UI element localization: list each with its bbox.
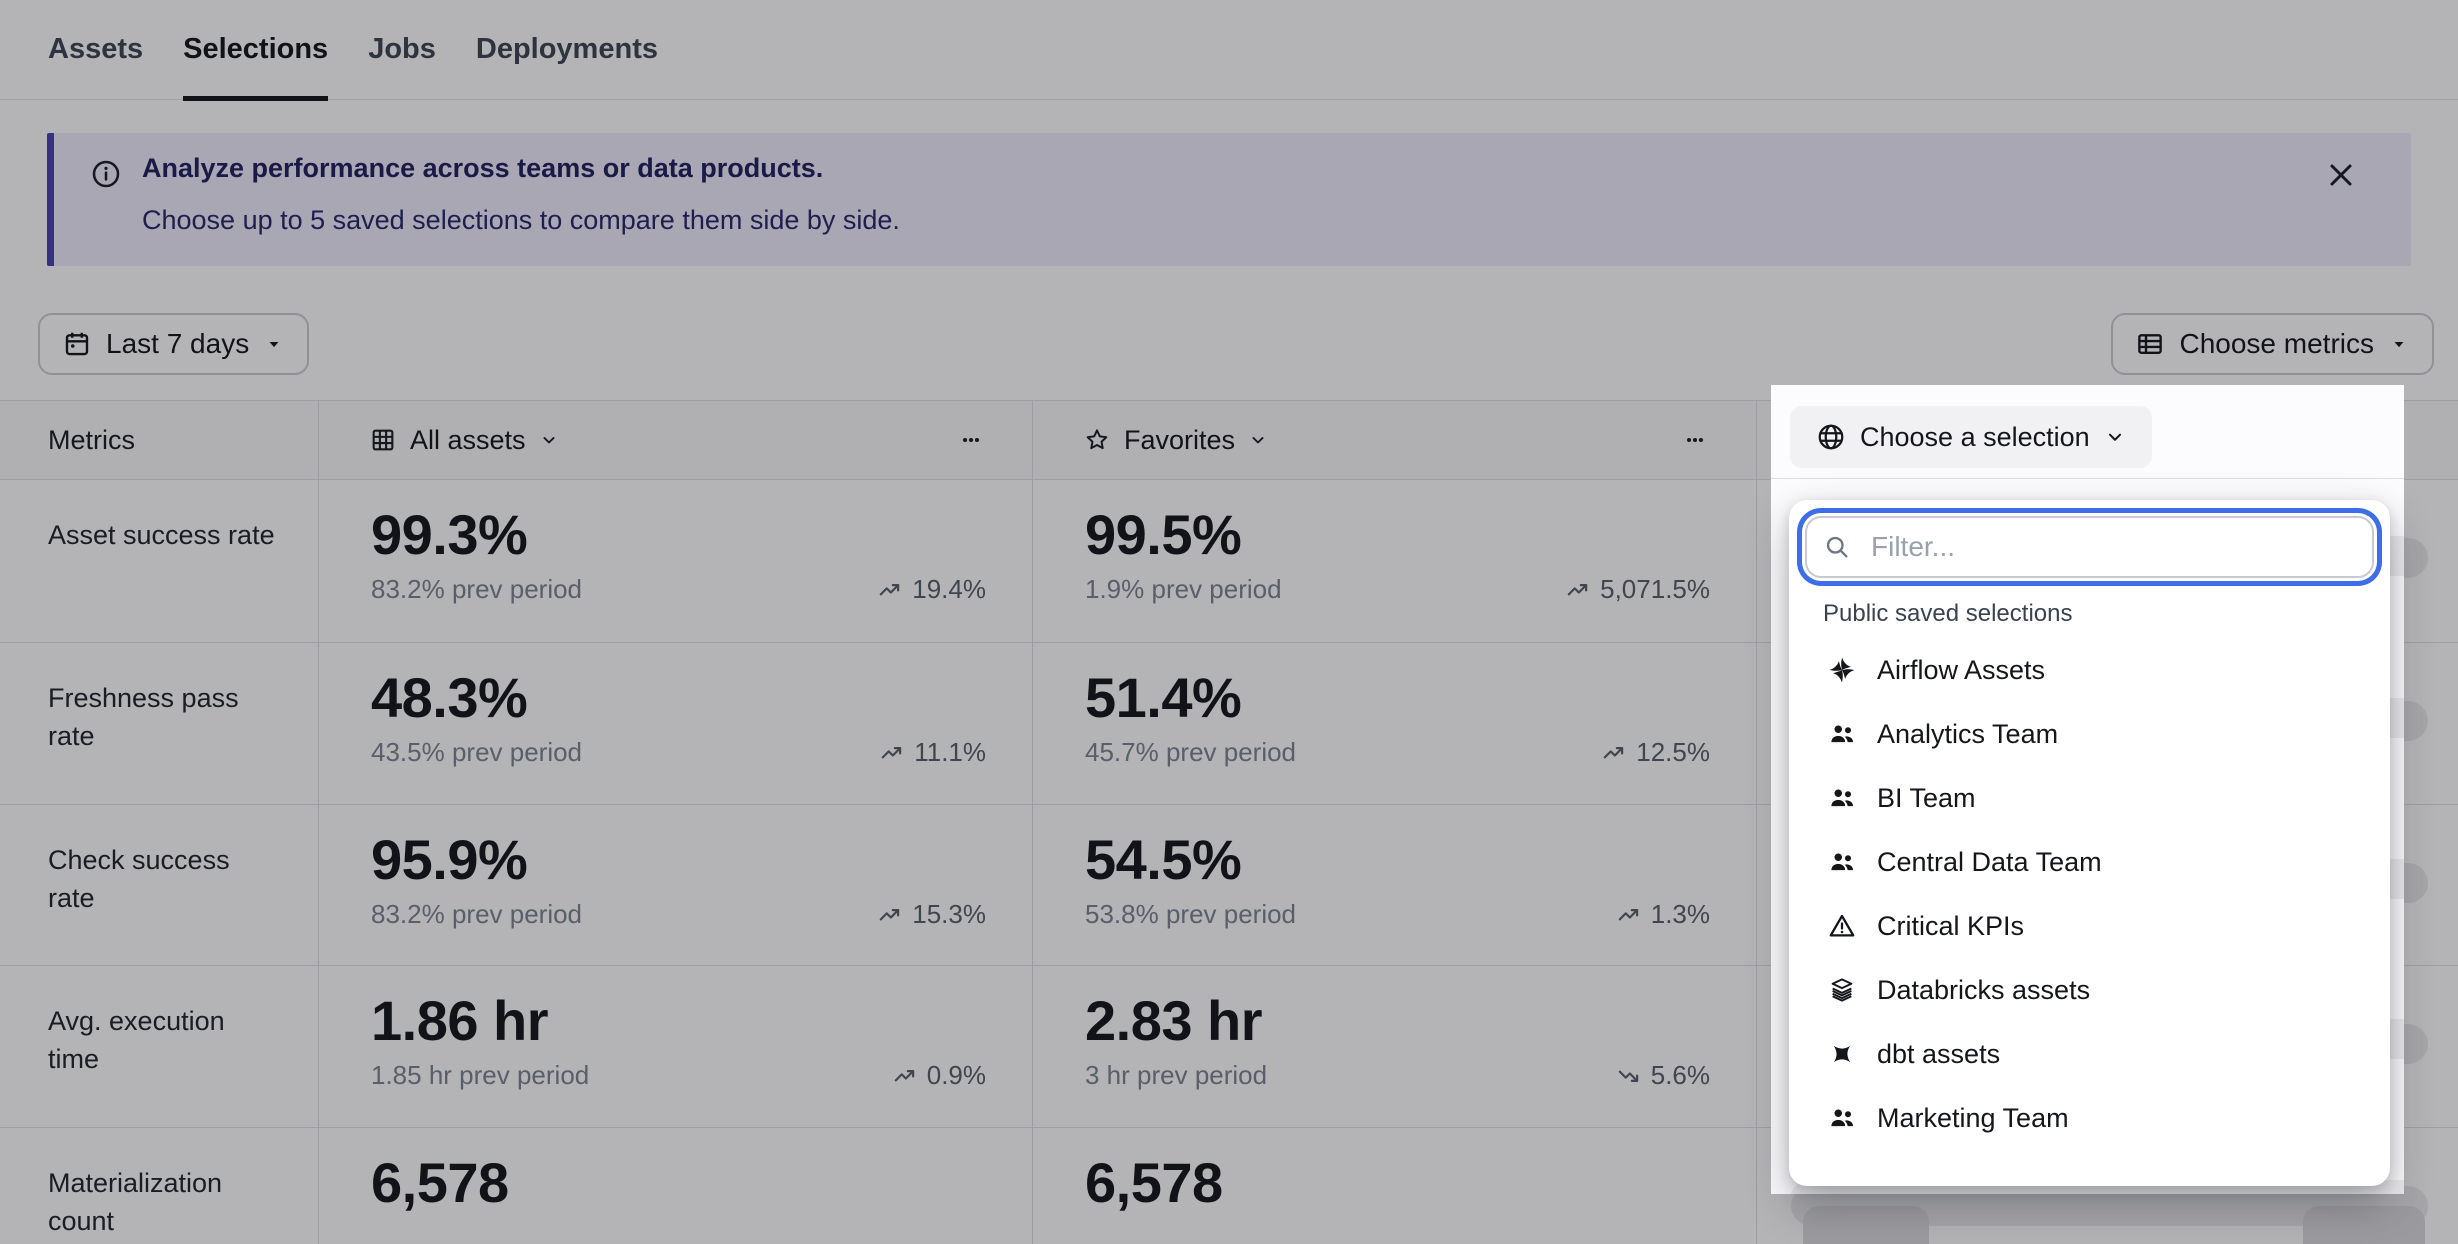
selection-list-item[interactable]: Databricks assets [1789, 958, 2390, 1022]
selection-list-item[interactable]: Airflow Assets [1789, 638, 2390, 702]
team-icon [1827, 719, 1857, 749]
selection-item-label: Analytics Team [1877, 719, 2058, 750]
choose-selection-label: Choose a selection [1860, 422, 2090, 453]
globe-icon [1816, 422, 1846, 452]
choose-selection-dropdown[interactable]: Choose a selection [1790, 406, 2152, 468]
team-icon [1827, 1103, 1857, 1133]
selection-item-label: Central Data Team [1877, 847, 2102, 878]
selection-list-item[interactable]: dbt assets [1789, 1022, 2390, 1086]
chevron-down-icon [2104, 426, 2126, 448]
team-icon [1827, 847, 1857, 877]
selection-list-item[interactable]: Analytics Team [1789, 702, 2390, 766]
selection-item-label: Marketing Team [1877, 1103, 2069, 1134]
selection-item-label: Databricks assets [1877, 975, 2090, 1006]
selection-list-item[interactable]: Marketing Team [1789, 1086, 2390, 1150]
selection-list: Airflow Assets Analytics Team BI Team Centr… [1789, 638, 2390, 1150]
selection-list-item[interactable]: Critical KPIs [1789, 894, 2390, 958]
layers-icon [1827, 975, 1857, 1005]
selection-item-label: Critical KPIs [1877, 911, 2024, 942]
app-window: AssetsSelectionsJobsDeployments Analyze … [0, 0, 2458, 1244]
selection-column-header: Choose a selection [1771, 385, 2404, 479]
filter-input[interactable] [1805, 516, 2374, 578]
team-icon [1827, 783, 1857, 813]
selection-list-item[interactable]: Central Data Team [1789, 830, 2390, 894]
selection-item-label: Airflow Assets [1877, 655, 2045, 686]
selection-item-label: dbt assets [1877, 1039, 2000, 1070]
selection-dropdown-panel: Public saved selections Airflow Assets An… [1789, 500, 2390, 1186]
section-label: Public saved selections [1823, 600, 2072, 628]
warning-icon [1827, 911, 1857, 941]
airflow-icon [1827, 655, 1857, 685]
selection-list-item[interactable]: BI Team [1789, 766, 2390, 830]
dbt-icon [1827, 1039, 1857, 1069]
selection-item-label: BI Team [1877, 783, 1976, 814]
